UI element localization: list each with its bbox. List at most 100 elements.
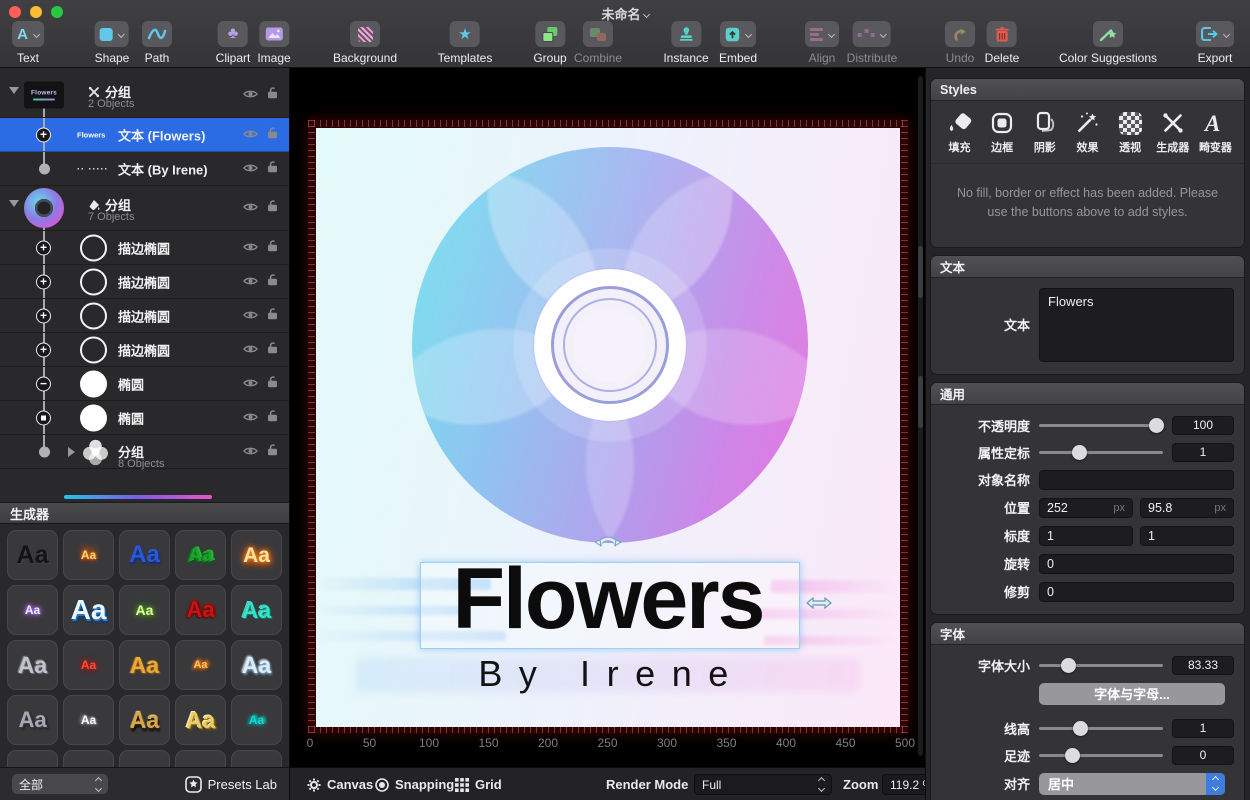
grid-button[interactable]: Grid xyxy=(455,768,502,800)
font-size-value[interactable]: 83.33 xyxy=(1172,656,1234,675)
toolbar-button-group[interactable]: Group xyxy=(533,21,566,65)
visibility-eye-icon[interactable] xyxy=(243,341,258,359)
font-and-letters-button[interactable]: 字体与字母... xyxy=(1039,683,1225,705)
presets-lab-button[interactable]: Presets Lab xyxy=(185,776,277,793)
toolbar-button-image[interactable]: Image xyxy=(257,21,290,65)
toolbar-button-templates[interactable]: ★Templates xyxy=(438,21,493,65)
preset-tile-gold[interactable]: Aa xyxy=(119,640,170,690)
visibility-eye-icon[interactable] xyxy=(243,273,258,291)
visibility-eye-icon[interactable] xyxy=(243,375,258,393)
toolbar-button-clipart[interactable]: ♣Clipart xyxy=(216,21,251,65)
style-button-border[interactable]: 边框 xyxy=(982,110,1023,155)
layer-row[interactable]: +描边椭圆 xyxy=(0,265,289,299)
lock-icon[interactable] xyxy=(266,443,279,461)
position-y-input[interactable]: 95.8px xyxy=(1140,498,1234,518)
title-chevron-icon[interactable] xyxy=(642,11,649,18)
text-content-input[interactable]: Flowers xyxy=(1039,288,1234,362)
layer-row[interactable]: 分组7 Objects xyxy=(0,186,289,231)
lock-icon[interactable] xyxy=(266,375,279,393)
toolbar-button-path[interactable]: Path xyxy=(142,21,172,65)
preset-tile-golddark[interactable]: Aa xyxy=(119,695,170,745)
disclosure-triangle-icon[interactable] xyxy=(68,447,75,457)
scale-y-input[interactable]: 1 xyxy=(1140,526,1234,546)
rotate-handle-icon[interactable] xyxy=(594,534,622,554)
preset-tile-greenglow[interactable]: Aa xyxy=(119,585,170,635)
trim-input[interactable]: 0 xyxy=(1039,582,1234,602)
layer-row[interactable]: +Flowers文本 (Flowers) xyxy=(0,118,289,152)
toolbar-button-delete[interactable]: Delete xyxy=(985,21,1020,65)
style-button-perspective[interactable]: 透视 xyxy=(1110,110,1151,155)
toolbar-button-color-suggestions[interactable]: Color Suggestions xyxy=(1059,21,1157,65)
lock-icon[interactable] xyxy=(266,160,279,178)
layer-connector-plus-icon[interactable]: + xyxy=(36,342,51,357)
preset-tile-purpleglow[interactable]: Aa xyxy=(7,585,58,635)
visibility-eye-icon[interactable] xyxy=(243,160,258,178)
preset-tile-whitespiky[interactable]: Aa xyxy=(63,695,114,745)
preset-tile[interactable] xyxy=(119,750,170,767)
position-x-input[interactable]: 252px xyxy=(1039,498,1133,518)
visibility-eye-icon[interactable] xyxy=(243,126,258,144)
preset-tile-tealoutline[interactable]: Aa xyxy=(231,585,282,635)
visibility-eye-icon[interactable] xyxy=(243,409,258,427)
visibility-eye-icon[interactable] xyxy=(243,443,258,461)
layer-row[interactable]: 椭圆 xyxy=(0,401,289,435)
vertical-scrollbar[interactable] xyxy=(918,76,923,756)
layer-connector-plus-icon[interactable]: + xyxy=(36,274,51,289)
style-button-shadow[interactable]: 阴影 xyxy=(1024,110,1065,155)
lock-icon[interactable] xyxy=(266,199,279,217)
align-dropdown[interactable]: 居中 xyxy=(1039,773,1225,795)
preset-tile-redgrunge[interactable]: Aa xyxy=(175,585,226,635)
preset-tile-ink[interactable]: Aa xyxy=(7,530,58,580)
layer-connector-square-icon[interactable] xyxy=(36,410,51,425)
toolbar-button-embed[interactable]: Embed xyxy=(719,21,757,65)
font-size-slider[interactable] xyxy=(1039,658,1163,673)
layer-connector-plus-icon[interactable]: + xyxy=(36,240,51,255)
opacity-value[interactable]: 100 xyxy=(1172,416,1234,435)
style-button-fill[interactable]: 填充 xyxy=(939,110,980,155)
preset-tile-stone[interactable]: Aa xyxy=(7,640,58,690)
preset-tile[interactable] xyxy=(231,750,282,767)
attr-scale-value[interactable]: 1 xyxy=(1172,443,1234,462)
canvas-viewport[interactable]: Flowers By Irene 05010015020025030035040… xyxy=(290,68,925,800)
layer-row[interactable]: +描边椭圆 xyxy=(0,299,289,333)
style-button-effects[interactable]: 效果 xyxy=(1067,110,1108,155)
layer-connector-minus-icon[interactable]: − xyxy=(36,376,51,391)
render-mode-dropdown[interactable]: Full xyxy=(694,774,832,795)
lock-icon[interactable] xyxy=(266,126,279,144)
canvas-settings-button[interactable]: Canvas xyxy=(307,768,373,800)
lock-icon[interactable] xyxy=(266,86,279,104)
canvas-subtitle-text[interactable]: By Irene xyxy=(316,653,900,695)
line-height-value[interactable]: 1 xyxy=(1172,719,1234,738)
toolbar-button-export[interactable]: Export xyxy=(1196,21,1234,65)
lock-icon[interactable] xyxy=(266,239,279,257)
preset-filter-dropdown[interactable]: 全部 xyxy=(12,774,108,794)
visibility-eye-icon[interactable] xyxy=(243,307,258,325)
style-button-distorter[interactable]: A畸变器 xyxy=(1195,110,1236,155)
preset-tile-orangeglow[interactable]: Aa xyxy=(231,530,282,580)
opacity-slider[interactable] xyxy=(1039,418,1163,433)
layer-row[interactable]: Flowers分组2 Objects xyxy=(0,73,289,118)
preset-tile-spikyorange[interactable]: Aa xyxy=(175,640,226,690)
preset-tile-redglow[interactable]: Aa xyxy=(63,640,114,690)
lock-icon[interactable] xyxy=(266,273,279,291)
style-button-generator[interactable]: 生成器 xyxy=(1152,110,1193,155)
preset-tile[interactable] xyxy=(63,750,114,767)
preset-tile-fire[interactable]: Aa xyxy=(63,530,114,580)
tracking-value[interactable]: 0 xyxy=(1172,746,1234,765)
toolbar-button-text[interactable]: AText xyxy=(12,21,44,65)
layer-row[interactable]: −椭圆 xyxy=(0,367,289,401)
toolbar-button-background[interactable]: Background xyxy=(333,21,397,65)
layer-row[interactable]: 分组8 Objects xyxy=(0,435,289,469)
lock-icon[interactable] xyxy=(266,409,279,427)
preset-tile[interactable] xyxy=(7,750,58,767)
disclosure-triangle-icon[interactable] xyxy=(9,200,19,207)
visibility-eye-icon[interactable] xyxy=(243,86,258,104)
scale-x-input[interactable]: 1 xyxy=(1039,526,1133,546)
preset-tile-goldcheck[interactable]: Aa xyxy=(175,695,226,745)
visibility-eye-icon[interactable] xyxy=(243,199,258,217)
preset-tile[interactable] xyxy=(175,750,226,767)
preset-tile-blue[interactable]: Aa xyxy=(119,530,170,580)
layer-row[interactable]: ·· ·····文本 (By Irene) xyxy=(0,152,289,186)
line-height-slider[interactable] xyxy=(1039,721,1163,736)
artboard[interactable]: Flowers By Irene xyxy=(316,128,900,727)
